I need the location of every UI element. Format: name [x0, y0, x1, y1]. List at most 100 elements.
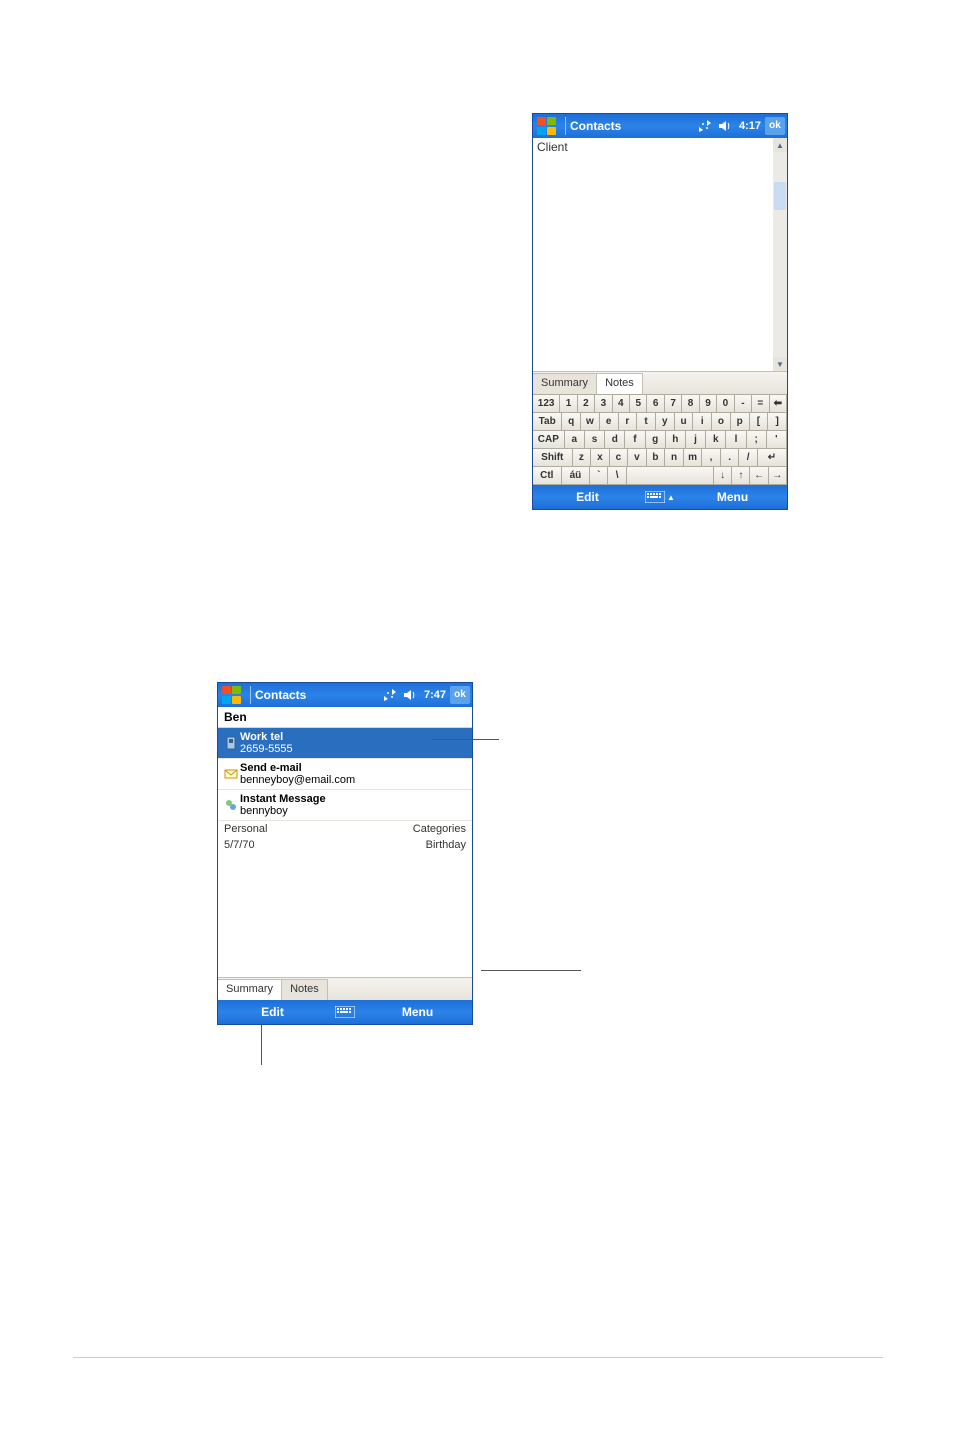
row-value: 2659-5555	[240, 743, 468, 755]
key-4[interactable]: 4	[613, 395, 630, 413]
key-0[interactable]: 0	[717, 395, 734, 413]
key-/[interactable]: /	[739, 449, 758, 467]
key-y[interactable]: y	[656, 413, 675, 431]
row-work-tel[interactable]: Work tel2659-5555	[218, 728, 472, 759]
separator	[565, 117, 566, 135]
edit-softkey[interactable]: Edit	[218, 1005, 327, 1019]
key-.[interactable]: .	[721, 449, 740, 467]
key-=[interactable]: =	[752, 395, 769, 413]
tab-bar: Summary Notes	[218, 977, 472, 1000]
tab-notes[interactable]: Notes	[282, 979, 328, 1001]
key-áü[interactable]: áü	[562, 467, 591, 485]
volume-icon[interactable]	[402, 687, 418, 703]
key-Tab[interactable]: Tab	[533, 413, 562, 431]
key-a[interactable]: a	[565, 431, 585, 449]
key-i[interactable]: i	[693, 413, 712, 431]
scroll-track[interactable]	[773, 152, 787, 357]
key-←[interactable]: ←	[750, 467, 768, 485]
key-2[interactable]: 2	[578, 395, 595, 413]
key-123[interactable]: 123	[533, 395, 560, 413]
tab-summary[interactable]: Summary	[218, 979, 282, 1002]
key-l[interactable]: l	[726, 431, 746, 449]
row-send-email[interactable]: Send e-mailbenneyboy@email.com	[218, 759, 472, 790]
scroll-up-button[interactable]: ▲	[773, 138, 787, 152]
key-z[interactable]: z	[573, 449, 592, 467]
edit-softkey[interactable]: Edit	[533, 490, 642, 504]
ok-button[interactable]: ok	[765, 117, 785, 135]
row-instant-message[interactable]: Instant Messagebennyboy	[218, 790, 472, 821]
key-t[interactable]: t	[637, 413, 656, 431]
connectivity-icon[interactable]	[382, 687, 398, 703]
connectivity-icon[interactable]	[697, 118, 713, 134]
row-title: Send e-mail	[240, 762, 468, 774]
key-\[interactable]: \	[608, 467, 626, 485]
key-d[interactable]: d	[605, 431, 625, 449]
key-`[interactable]: `	[590, 467, 608, 485]
key-][interactable]: ]	[768, 413, 787, 431]
start-flag-icon[interactable]	[536, 116, 558, 136]
menu-softkey[interactable]: Menu	[678, 490, 787, 504]
key-o[interactable]: o	[712, 413, 731, 431]
row-value: benneyboy@email.com	[240, 774, 468, 786]
key-g[interactable]: g	[646, 431, 666, 449]
key-'[interactable]: '	[767, 431, 787, 449]
key-r[interactable]: r	[619, 413, 638, 431]
key-,[interactable]: ,	[702, 449, 721, 467]
key-u[interactable]: u	[675, 413, 694, 431]
key-x[interactable]: x	[591, 449, 610, 467]
sip-toggle-button[interactable]	[327, 1006, 363, 1018]
key-Shift[interactable]: Shift	[533, 449, 573, 467]
clock[interactable]: 7:47	[424, 689, 446, 701]
email-icon	[222, 767, 240, 781]
key-5[interactable]: 5	[630, 395, 647, 413]
volume-icon[interactable]	[717, 118, 733, 134]
row-value: bennyboy	[240, 805, 468, 817]
key-w[interactable]: w	[581, 413, 600, 431]
key-↑[interactable]: ↑	[732, 467, 750, 485]
scroll-down-button[interactable]: ▼	[773, 357, 787, 371]
key-v[interactable]: v	[628, 449, 647, 467]
notes-textarea[interactable]: Client ▲ ▼	[533, 138, 787, 371]
key-n[interactable]: n	[665, 449, 684, 467]
sip-toggle-button[interactable]: ▲	[642, 491, 678, 503]
ok-button[interactable]: ok	[450, 686, 470, 704]
im-icon	[222, 798, 240, 812]
scroll-thumb[interactable]	[774, 182, 786, 210]
key-↵[interactable]: ↵	[758, 449, 787, 467]
key-h[interactable]: h	[666, 431, 686, 449]
key-j[interactable]: j	[686, 431, 706, 449]
key-b[interactable]: b	[647, 449, 666, 467]
key-⬅[interactable]: ⬅	[770, 395, 787, 413]
scrollbar[interactable]: ▲ ▼	[773, 138, 787, 371]
notes-text: Client	[533, 138, 787, 156]
tab-summary[interactable]: Summary	[533, 373, 597, 395]
key-c[interactable]: c	[610, 449, 629, 467]
key-7[interactable]: 7	[665, 395, 682, 413]
key-q[interactable]: q	[562, 413, 581, 431]
key--[interactable]: -	[735, 395, 752, 413]
key-p[interactable]: p	[731, 413, 750, 431]
tab-notes[interactable]: Notes	[597, 373, 643, 396]
key-s[interactable]: s	[585, 431, 605, 449]
key-k[interactable]: k	[706, 431, 726, 449]
clock[interactable]: 4:17	[739, 120, 761, 132]
callout-line	[432, 739, 499, 740]
key-space[interactable]	[627, 467, 714, 485]
key-3[interactable]: 3	[595, 395, 612, 413]
key-[[interactable]: [	[750, 413, 769, 431]
key-→[interactable]: →	[769, 467, 787, 485]
key-m[interactable]: m	[684, 449, 703, 467]
start-flag-icon[interactable]	[221, 685, 243, 705]
key-CAP[interactable]: CAP	[533, 431, 565, 449]
key-1[interactable]: 1	[560, 395, 577, 413]
key-6[interactable]: 6	[647, 395, 664, 413]
info-label: Birthday	[426, 839, 466, 851]
key-;[interactable]: ;	[747, 431, 767, 449]
menu-softkey[interactable]: Menu	[363, 1005, 472, 1019]
key-e[interactable]: e	[600, 413, 619, 431]
key-↓[interactable]: ↓	[714, 467, 732, 485]
key-Ctl[interactable]: Ctl	[533, 467, 562, 485]
key-f[interactable]: f	[625, 431, 645, 449]
key-8[interactable]: 8	[682, 395, 699, 413]
key-9[interactable]: 9	[700, 395, 717, 413]
